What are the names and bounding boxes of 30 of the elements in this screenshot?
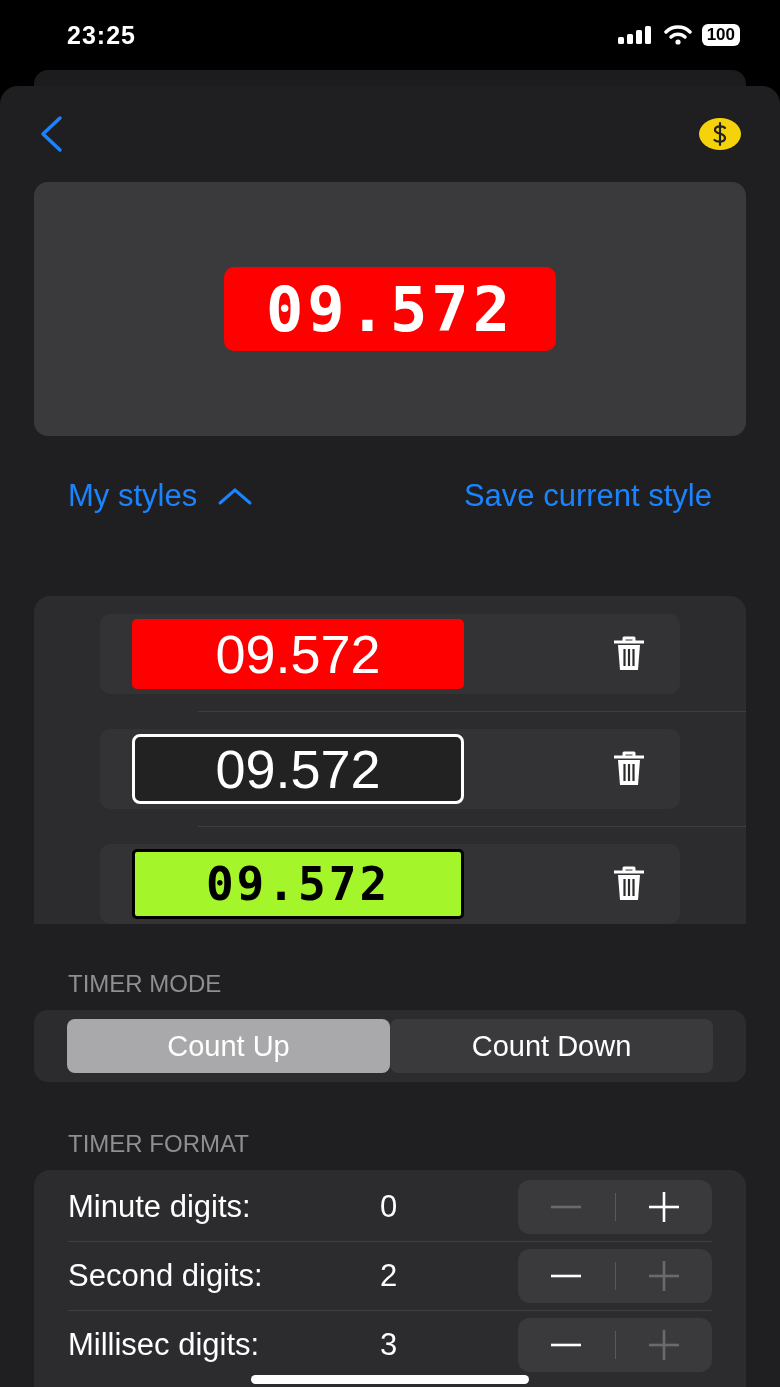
style-timer: 09.572 xyxy=(132,619,464,689)
dollar-coin-icon[interactable] xyxy=(698,117,742,151)
mode-tab[interactable]: Count Up xyxy=(67,1019,390,1073)
back-icon[interactable] xyxy=(38,115,64,153)
row-value: 0 xyxy=(380,1189,399,1225)
signal-icon xyxy=(617,26,654,44)
row-label: Second digits: xyxy=(68,1258,264,1294)
trash-icon[interactable] xyxy=(612,635,646,673)
section-header: TIMER MODE xyxy=(67,969,223,999)
style-item[interactable]: 09.572 xyxy=(100,844,680,924)
mode-tab[interactable]: Count Down xyxy=(390,1019,713,1073)
my-styles-link[interactable]: My styles xyxy=(68,478,254,514)
section-header: TIMER FORMAT xyxy=(67,1129,250,1159)
style-timer: 09.572 xyxy=(132,734,464,804)
row-label: Millisec digits: xyxy=(68,1327,261,1363)
trash-icon[interactable] xyxy=(612,750,646,788)
wifi-icon xyxy=(663,25,692,45)
battery-indicator: 100 xyxy=(701,24,740,46)
style-item[interactable]: 09.572 xyxy=(100,729,680,809)
row-label: Minute digits: xyxy=(68,1189,252,1225)
trash-icon[interactable] xyxy=(612,865,646,903)
row-value: 3 xyxy=(380,1327,399,1363)
style-timer: 09.572 xyxy=(132,849,464,919)
row-value: 2 xyxy=(380,1258,399,1294)
status-time: 23:25 xyxy=(67,20,136,50)
stepper[interactable] xyxy=(518,1318,712,1372)
save-style-link[interactable]: Save current style xyxy=(463,478,712,514)
style-item[interactable]: 09.572 xyxy=(100,614,680,694)
timer-preview: 09.572 xyxy=(224,267,556,351)
stepper[interactable] xyxy=(518,1249,712,1303)
